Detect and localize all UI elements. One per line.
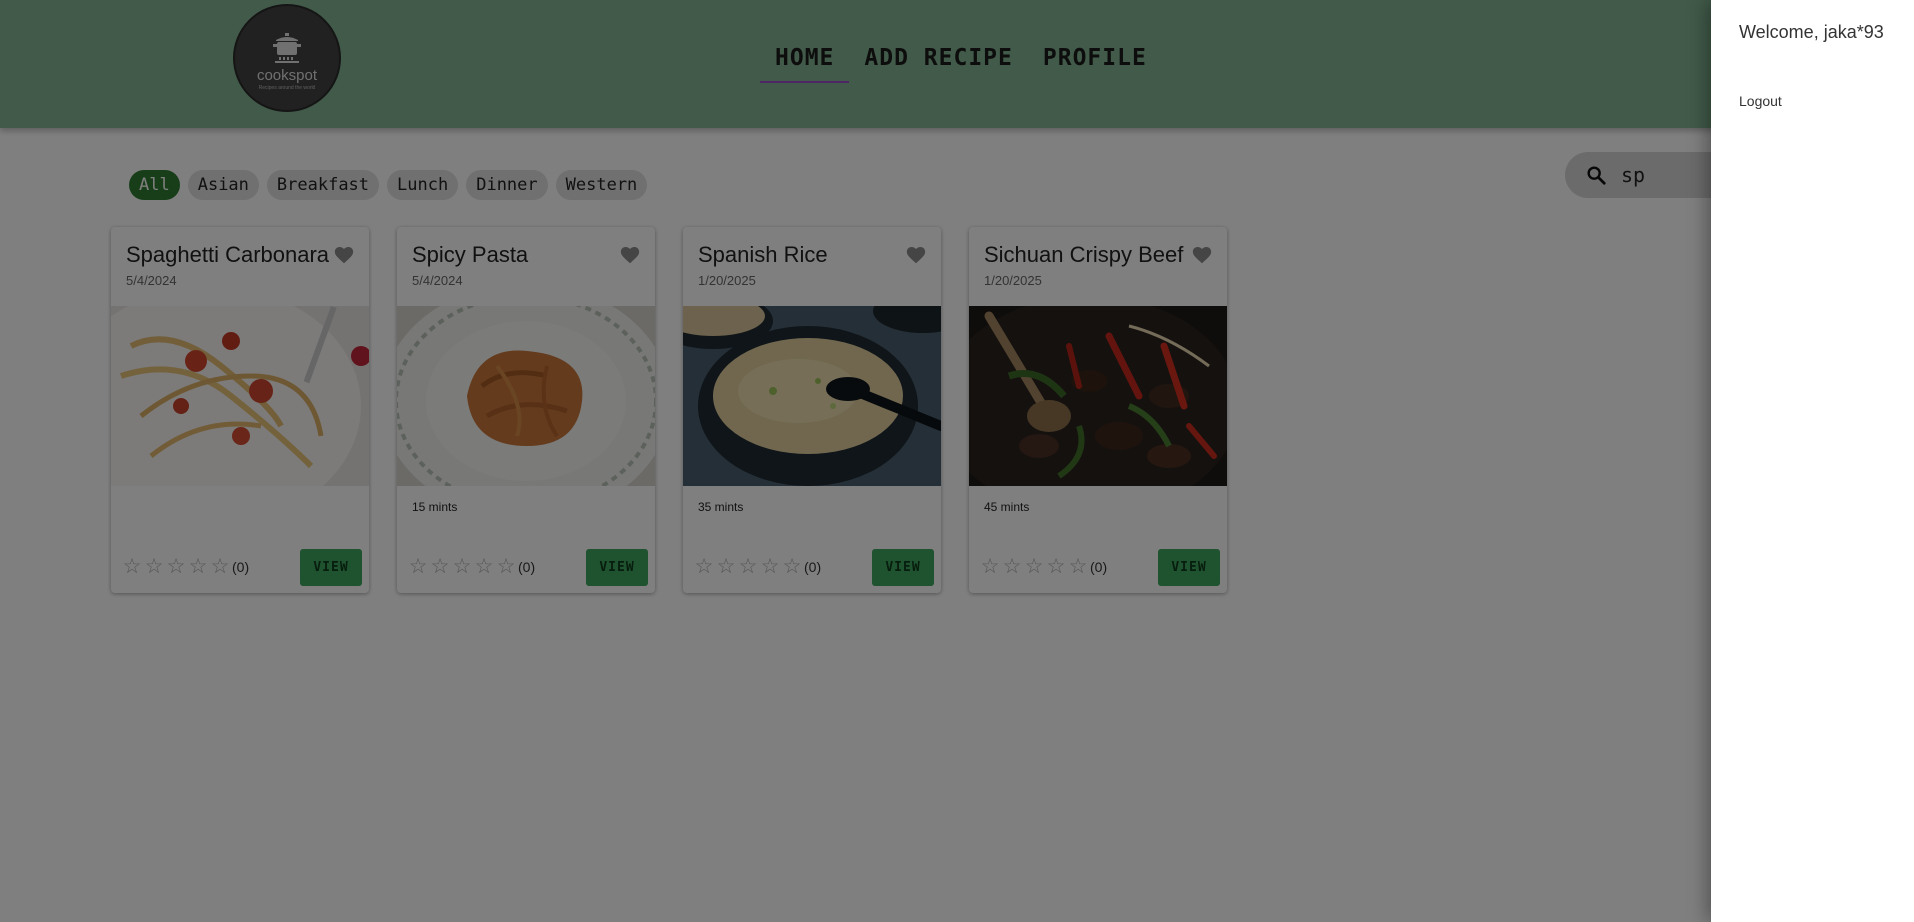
welcome-message: Welcome, jaka*93 bbox=[1739, 22, 1884, 42]
logout-link[interactable]: Logout bbox=[1739, 93, 1782, 109]
drawer-backdrop[interactable] bbox=[0, 0, 1914, 922]
user-drawer: Welcome, jaka*93 Logout bbox=[1711, 0, 1914, 922]
